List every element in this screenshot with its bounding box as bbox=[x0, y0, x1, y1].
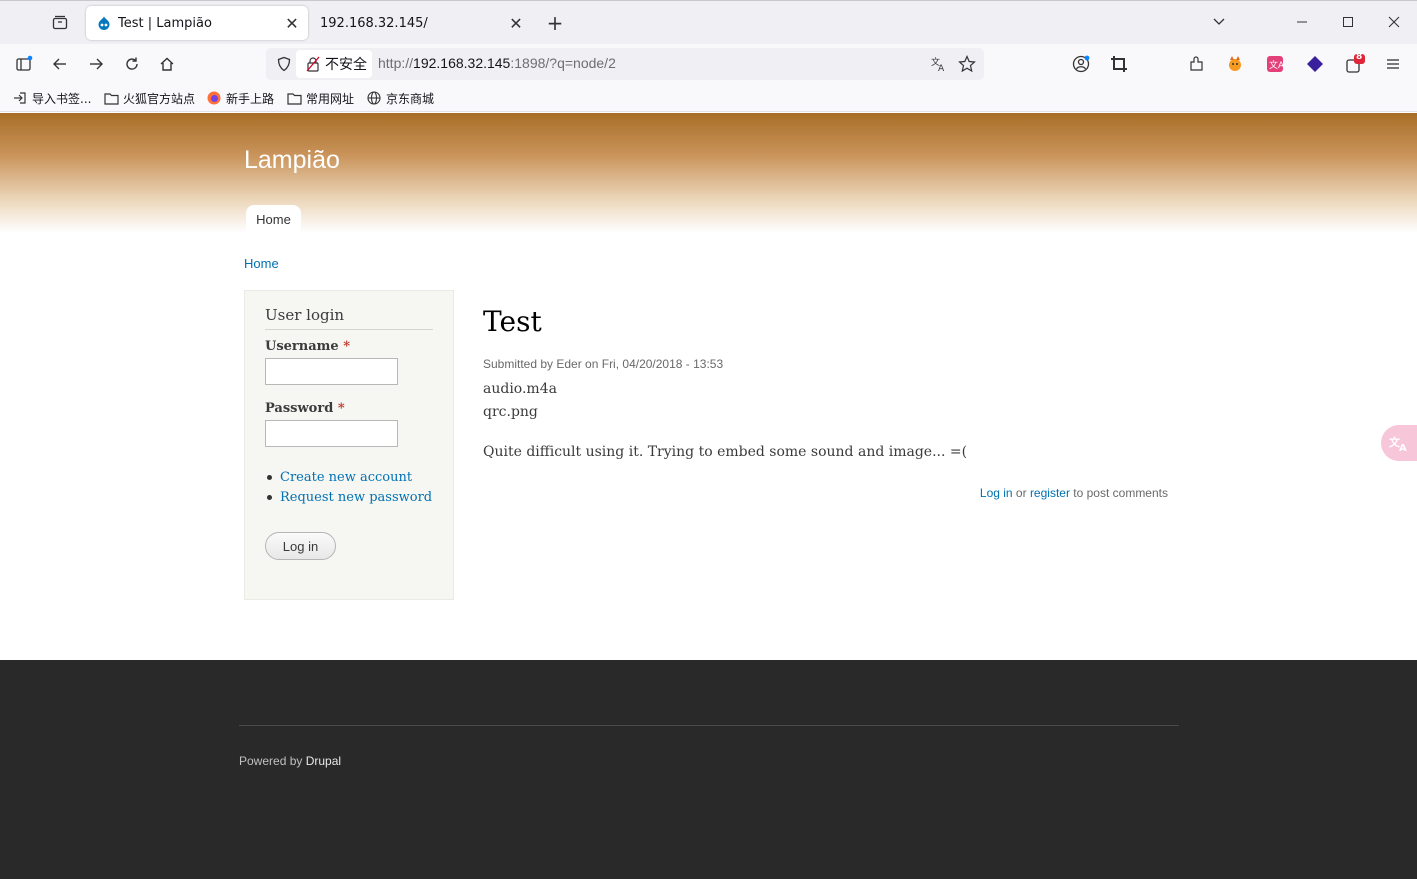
badge-extension-icon[interactable]: 8 bbox=[1343, 52, 1367, 76]
tab-ip-address[interactable]: 192.168.32.145/ ✕ bbox=[310, 6, 532, 40]
comment-suffix: to post comments bbox=[1069, 486, 1168, 500]
bookmark-getting-started[interactable]: 新手上路 bbox=[206, 89, 274, 107]
home-icon[interactable] bbox=[155, 52, 179, 76]
forward-icon[interactable] bbox=[84, 52, 108, 76]
tab-test-lampiao[interactable]: Test | Lampião ✕ bbox=[86, 6, 308, 40]
close-window-icon[interactable] bbox=[1379, 9, 1409, 35]
username-label-text: Username bbox=[265, 339, 339, 354]
account-icon[interactable] bbox=[1069, 52, 1093, 76]
user-login-block: User login Username * Password * Create … bbox=[244, 290, 454, 600]
list-all-tabs-icon[interactable] bbox=[1204, 9, 1234, 35]
firefox-icon bbox=[206, 90, 222, 106]
footer-divider bbox=[239, 725, 1179, 726]
attachment-audio[interactable]: audio.m4a bbox=[483, 381, 557, 397]
powered-by: Powered by Drupal bbox=[239, 754, 341, 768]
password-label: Password * bbox=[265, 401, 345, 416]
submitted-info: Submitted by Eder on Fri, 04/20/2018 - 1… bbox=[483, 357, 724, 371]
site-footer: Powered by Drupal bbox=[0, 660, 1417, 879]
import-icon bbox=[12, 90, 28, 106]
comment-login-link[interactable]: Log in bbox=[980, 486, 1013, 500]
svg-text:A: A bbox=[938, 64, 945, 73]
url-text[interactable]: http://192.168.32.145:1898/?q=node/2 bbox=[378, 55, 616, 71]
site-header: Lampião Home bbox=[0, 113, 1417, 233]
bullet bbox=[267, 474, 272, 480]
main-menu-home[interactable]: Home bbox=[246, 205, 301, 233]
svg-text:文A: 文A bbox=[1269, 59, 1284, 71]
insecure-label: 不安全 bbox=[325, 57, 367, 73]
back-icon[interactable] bbox=[48, 52, 72, 76]
minimize-icon[interactable] bbox=[1287, 9, 1317, 35]
node-title: Test bbox=[483, 305, 542, 338]
address-bar[interactable]: 不安全 http://192.168.32.145:1898/?q=node/2… bbox=[266, 48, 984, 80]
drupal-icon bbox=[96, 15, 112, 31]
svg-text:A: A bbox=[1399, 443, 1407, 453]
bookmark-label: 导入书签... bbox=[32, 91, 92, 106]
block-title: User login bbox=[265, 306, 433, 330]
reload-icon[interactable] bbox=[120, 52, 144, 76]
bookmark-jd[interactable]: 京东商城 bbox=[366, 89, 434, 107]
maximize-icon[interactable] bbox=[1333, 9, 1363, 35]
create-account-link[interactable]: Create new account bbox=[265, 467, 432, 487]
password-label-text: Password bbox=[265, 401, 334, 416]
comment-register-link[interactable]: register bbox=[1030, 486, 1070, 500]
required-marker: * bbox=[343, 339, 351, 354]
folder-icon bbox=[286, 90, 302, 106]
url-path: :1898/?q=node/2 bbox=[510, 55, 616, 71]
password-input[interactable] bbox=[265, 420, 398, 447]
translator-extension-icon[interactable]: 文A bbox=[1263, 52, 1287, 76]
username-input[interactable] bbox=[265, 358, 398, 385]
extension-badge-count: 8 bbox=[1356, 52, 1363, 62]
bookmarks-toolbar: 导入书签... 火狐官方站点 新手上路 常用网址 京东商城 bbox=[0, 84, 1417, 112]
new-tab-icon[interactable]: + bbox=[543, 11, 567, 35]
url-scheme: http:// bbox=[378, 55, 414, 71]
node-body: Quite difficult using it. Trying to embe… bbox=[483, 444, 968, 460]
folder-icon bbox=[103, 90, 119, 106]
comment-links: Log in or register to post comments bbox=[980, 486, 1168, 500]
bookmark-label: 新手上路 bbox=[226, 91, 275, 106]
tab-title: 192.168.32.145/ bbox=[320, 15, 428, 31]
close-tab-icon[interactable]: ✕ bbox=[282, 13, 302, 33]
breadcrumb[interactable]: Home bbox=[244, 256, 279, 271]
link-text: Create new account bbox=[280, 469, 413, 485]
link-text: Request new password bbox=[280, 489, 433, 505]
attachment-image[interactable]: qrc.png bbox=[483, 404, 538, 420]
bookmark-label: 京东商城 bbox=[386, 91, 435, 106]
insecure-lock-icon bbox=[304, 55, 322, 73]
tracking-protection-shield-icon[interactable] bbox=[272, 52, 296, 76]
login-links: Create new account Request new password bbox=[265, 467, 432, 507]
globe-icon bbox=[366, 90, 382, 106]
close-tab-icon[interactable]: ✕ bbox=[506, 13, 526, 33]
log-in-button[interactable]: Log in bbox=[265, 532, 336, 560]
url-host: 192.168.32.145 bbox=[413, 55, 511, 71]
bookmark-label: 常用网址 bbox=[306, 91, 355, 106]
web-page: Lampião Home Home User login Username * … bbox=[0, 113, 1417, 879]
tab-strip: Test | Lampião ✕ 192.168.32.145/ ✕ + bbox=[0, 0, 1417, 44]
username-label: Username * bbox=[265, 339, 350, 354]
bookmark-firefox-site[interactable]: 火狐官方站点 bbox=[103, 89, 195, 107]
site-name[interactable]: Lampião bbox=[244, 146, 340, 175]
site-security-indicator[interactable]: 不安全 bbox=[296, 50, 372, 78]
floating-translate-icon[interactable]: 文A bbox=[1381, 425, 1417, 461]
bookmark-star-icon[interactable] bbox=[955, 52, 979, 76]
bookmark-common-sites[interactable]: 常用网址 bbox=[286, 89, 354, 107]
bullet bbox=[267, 494, 272, 500]
request-password-link[interactable]: Request new password bbox=[265, 487, 432, 507]
translate-icon[interactable]: 文A bbox=[927, 52, 951, 76]
comment-or: or bbox=[1012, 486, 1030, 500]
extensions-icon[interactable] bbox=[1185, 52, 1209, 76]
bookmark-label: 火狐官方站点 bbox=[123, 91, 196, 106]
fox-extension-icon[interactable] bbox=[1223, 52, 1247, 76]
drupal-link[interactable]: Drupal bbox=[306, 754, 341, 768]
required-marker: * bbox=[337, 401, 345, 416]
navigation-toolbar: 不安全 http://192.168.32.145:1898/?q=node/2… bbox=[0, 44, 1417, 84]
diamond-extension-icon[interactable] bbox=[1303, 52, 1327, 76]
tab-title: Test | Lampião bbox=[118, 15, 212, 31]
tab-overview-icon[interactable] bbox=[48, 11, 72, 35]
sidebar-toggle-icon[interactable] bbox=[12, 52, 36, 76]
crop-screenshot-icon[interactable] bbox=[1107, 52, 1131, 76]
bookmark-import[interactable]: 导入书签... bbox=[12, 89, 91, 107]
powered-by-text: Powered by bbox=[239, 754, 306, 768]
menu-hamburger-icon[interactable] bbox=[1381, 52, 1405, 76]
